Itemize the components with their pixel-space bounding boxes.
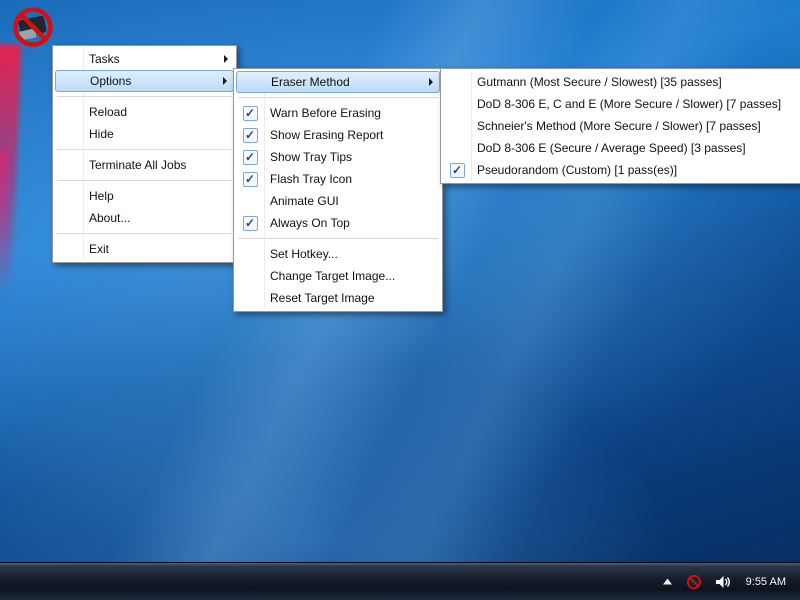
menu-item-label: Schneier's Method (More Secure / Slower)… — [471, 119, 800, 133]
menu-item-change-target-image[interactable]: Change Target Image... — [236, 265, 440, 287]
menu-separator — [57, 233, 232, 234]
menu-item-label: DoD 8-306 E, C and E (More Secure / Slow… — [471, 97, 800, 111]
prohibition-icon-small — [686, 574, 702, 590]
menu-item-reload[interactable]: Reload — [55, 101, 234, 123]
checkmark-icon: ✓ — [243, 150, 258, 165]
menu-item-label: Reset Target Image — [264, 291, 440, 305]
taskbar-clock[interactable]: 9:55 AM — [742, 576, 792, 588]
system-tray: 9:55 AM — [660, 563, 792, 600]
menu-item-label: DoD 8-306 E (Secure / Average Speed) [3 … — [471, 141, 800, 155]
menu-item-label: Flash Tray Icon — [264, 172, 440, 186]
menu-item-label: Show Tray Tips — [264, 150, 440, 164]
prohibition-icon — [8, 3, 56, 51]
menu-item-label: Reload — [83, 105, 234, 119]
menu-item-reset-target-image[interactable]: Reset Target Image — [236, 287, 440, 309]
volume-button[interactable] — [713, 563, 733, 600]
chevron-up-icon — [662, 577, 673, 586]
menu-item-tasks[interactable]: Tasks — [55, 48, 234, 70]
menu-item-label: About... — [83, 211, 234, 225]
menu-item-label: Gutmann (Most Secure / Slowest) [35 pass… — [471, 75, 800, 89]
speaker-icon — [715, 575, 731, 589]
menu-item-schneiers-method[interactable]: Schneier's Method (More Secure / Slower)… — [443, 115, 800, 137]
wallpaper-red-streak-2 — [0, 150, 8, 300]
menu-item-label: Exit — [83, 242, 234, 256]
menu-item-about[interactable]: About... — [55, 207, 234, 229]
menu-item-always-on-top[interactable]: ✓ Always On Top — [236, 212, 440, 234]
menu-item-label: Help — [83, 189, 234, 203]
screen: Tasks Options Reload Hide Terminate All … — [0, 0, 800, 600]
menu-item-hide[interactable]: Hide — [55, 123, 234, 145]
checkmark-icon: ✓ — [243, 128, 258, 143]
show-hidden-icons-button[interactable] — [660, 563, 675, 600]
menu-item-animate-gui[interactable]: Animate GUI — [236, 190, 440, 212]
menu-item-options[interactable]: Options — [55, 70, 234, 92]
menu-item-label: Change Target Image... — [264, 269, 440, 283]
eraser-app-icon[interactable] — [8, 3, 56, 51]
menu-item-label: Always On Top — [264, 216, 440, 230]
submenu-arrow-icon — [223, 77, 233, 85]
menu-item-set-hotkey[interactable]: Set Hotkey... — [236, 243, 440, 265]
menu-separator — [57, 96, 232, 97]
tray-context-menu: Tasks Options Reload Hide Terminate All … — [52, 45, 237, 263]
menu-item-show-erasing-report[interactable]: ✓ Show Erasing Report — [236, 124, 440, 146]
menu-item-label: Animate GUI — [264, 194, 440, 208]
menu-item-eraser-method[interactable]: Eraser Method — [236, 71, 440, 93]
menu-item-flash-tray-icon[interactable]: ✓ Flash Tray Icon — [236, 168, 440, 190]
menu-item-label: Options — [84, 74, 223, 88]
menu-item-label: Terminate All Jobs — [83, 158, 234, 172]
eraser-tray-icon[interactable] — [684, 563, 704, 600]
submenu-arrow-icon — [224, 55, 234, 63]
menu-item-dod-e-c-and-e[interactable]: DoD 8-306 E, C and E (More Secure / Slow… — [443, 93, 800, 115]
menu-item-label: Tasks — [83, 52, 224, 66]
menu-separator — [57, 180, 232, 181]
menu-item-terminate-all-jobs[interactable]: Terminate All Jobs — [55, 154, 234, 176]
menu-item-label: Eraser Method — [265, 75, 429, 89]
checkmark-icon: ✓ — [243, 172, 258, 187]
menu-item-gutmann[interactable]: Gutmann (Most Secure / Slowest) [35 pass… — [443, 71, 800, 93]
menu-item-help[interactable]: Help — [55, 185, 234, 207]
menu-separator — [57, 149, 232, 150]
menu-item-label: Set Hotkey... — [264, 247, 440, 261]
menu-item-label: Warn Before Erasing — [264, 106, 440, 120]
submenu-arrow-icon — [429, 78, 439, 86]
menu-item-label: Pseudorandom (Custom) [1 pass(es)] — [471, 163, 800, 177]
menu-item-show-tray-tips[interactable]: ✓ Show Tray Tips — [236, 146, 440, 168]
menu-separator — [238, 97, 438, 98]
menu-item-pseudorandom[interactable]: ✓ Pseudorandom (Custom) [1 pass(es)] — [443, 159, 800, 181]
eraser-method-submenu: Gutmann (Most Secure / Slowest) [35 pass… — [440, 68, 800, 184]
options-submenu: Eraser Method ✓ Warn Before Erasing ✓ Sh… — [233, 68, 443, 312]
checkmark-icon: ✓ — [243, 106, 258, 121]
taskbar: 9:55 AM — [0, 562, 800, 600]
checkmark-icon: ✓ — [450, 163, 465, 178]
menu-item-dod-e[interactable]: DoD 8-306 E (Secure / Average Speed) [3 … — [443, 137, 800, 159]
menu-item-label: Hide — [83, 127, 234, 141]
menu-item-exit[interactable]: Exit — [55, 238, 234, 260]
menu-item-label: Show Erasing Report — [264, 128, 440, 142]
menu-separator — [238, 238, 438, 239]
menu-item-warn-before-erasing[interactable]: ✓ Warn Before Erasing — [236, 102, 440, 124]
checkmark-icon: ✓ — [243, 216, 258, 231]
